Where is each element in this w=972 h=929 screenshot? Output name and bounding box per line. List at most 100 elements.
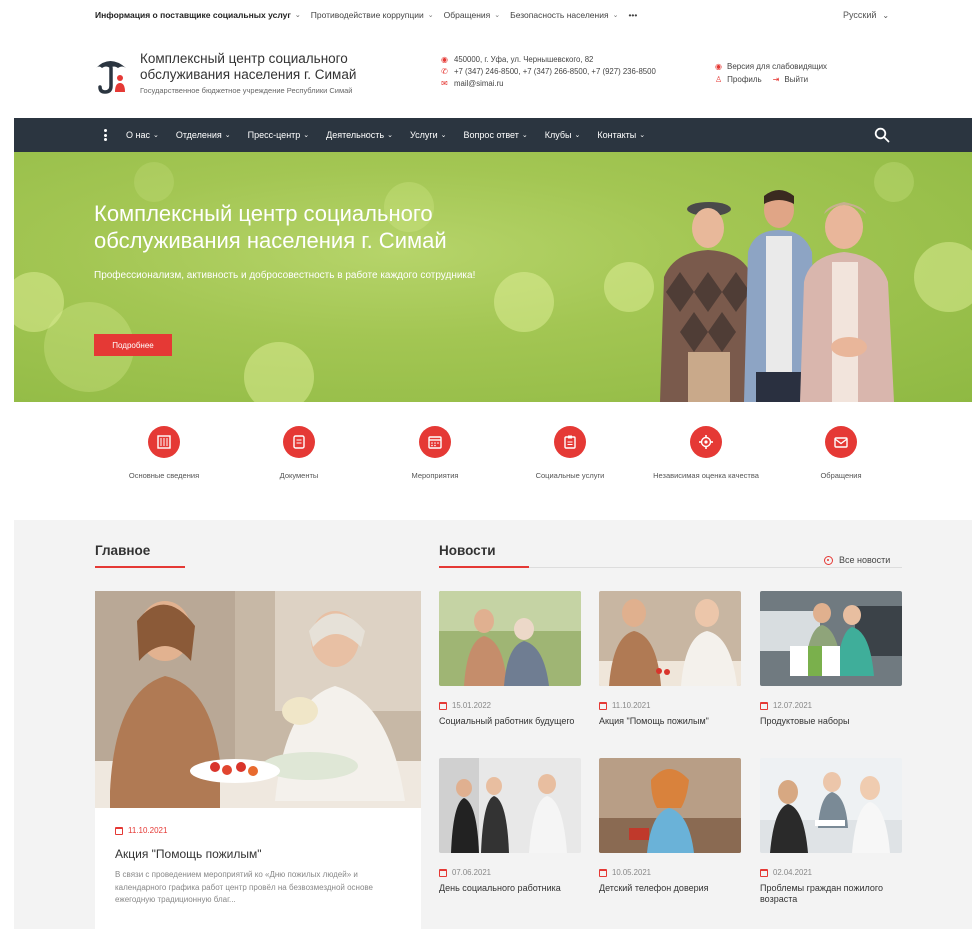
chevron-down-icon: ⌄ [303, 132, 310, 139]
main-section-title: Главное [95, 543, 151, 558]
chevron-down-icon: ⌄ [294, 12, 301, 19]
contacts-block: ◉ 450000, г. Уфа, ул. Чернышевского, 82 ✆… [440, 54, 656, 90]
chevron-down-icon: ⌄ [152, 132, 159, 139]
more-button[interactable]: Подробнее [94, 334, 172, 356]
chevron-down-icon: ⌄ [494, 12, 501, 19]
hero-title: Комплексный центр социального обслуживан… [94, 201, 447, 253]
language-select[interactable]: Русский ⌄ [843, 0, 889, 30]
nav-item-activity[interactable]: Деятельность ⌄ [326, 130, 393, 140]
quick-link-social-services[interactable]: Социальные услуги [510, 426, 630, 481]
top-link-appeals[interactable]: Обращения ⌄ [444, 10, 500, 20]
chevron-down-icon: ⌄ [427, 12, 434, 19]
gear-icon [690, 426, 722, 458]
main-feature-image [95, 591, 421, 808]
top-link-more[interactable]: ••• [628, 10, 637, 20]
top-utility-bar: Информация о поставщике социальных услуг… [0, 0, 972, 30]
news-image [439, 758, 581, 853]
envelope-icon [825, 426, 857, 458]
news-title[interactable]: Детский телефон доверия [599, 883, 741, 894]
news-image [599, 758, 741, 853]
news-item[interactable]: 15.01.2022 Социальный работник будущего [439, 591, 581, 727]
news-item[interactable]: 11.10.2021 Акция "Помощь пожилым" [599, 591, 741, 727]
address: 450000, г. Уфа, ул. Чернышевского, 82 [454, 55, 594, 64]
bokeh-decor [914, 242, 972, 312]
search-icon[interactable] [874, 127, 890, 143]
news-title[interactable]: Социальный работник будущего [439, 716, 581, 727]
quick-link-quality-assessment[interactable]: Независимая оценка качества [646, 426, 766, 481]
top-link-provider-info[interactable]: Информация о поставщике социальных услуг… [95, 10, 301, 20]
quick-link-basic-info[interactable]: Основные сведения [104, 426, 224, 481]
main-feature-date: 11.10.2021 [115, 826, 167, 835]
news-item[interactable]: 07.06.2021 День социального работника [439, 758, 581, 894]
calendar-icon [760, 701, 768, 710]
calendar-icon [115, 826, 123, 835]
menu-dots-icon[interactable] [104, 129, 107, 141]
chevron-down-icon: ⌄ [387, 132, 393, 139]
news-title[interactable]: Проблемы граждан пожилого возраста [760, 883, 902, 905]
news-title[interactable]: Продуктовые наборы [760, 716, 902, 727]
news-title[interactable]: Акция "Помощь пожилым" [599, 716, 741, 727]
nav-item-about[interactable]: О нас ⌄ [126, 130, 159, 140]
nav-item-services[interactable]: Услуги ⌄ [410, 130, 447, 140]
main-nav: О нас ⌄ Отделения ⌄ Пресс-центр ⌄ Деятельно… [14, 118, 972, 152]
news-section-title: Новости [439, 543, 496, 558]
user-icon: ♙ [715, 75, 723, 84]
location-pin-icon: ◉ [441, 55, 448, 64]
clipboard-icon [554, 426, 586, 458]
main-feature-card[interactable]: 11.10.2021 Акция "Помощь пожилым" В связ… [95, 591, 421, 929]
org-subtitle: Государственное бюджетное учреждение Рес… [140, 86, 353, 95]
logo-icon[interactable] [92, 52, 132, 96]
logout-link[interactable]: ⇥ Выйти [773, 73, 808, 86]
building-icon [148, 426, 180, 458]
news-item[interactable]: 10.05.2021 Детский телефон доверия [599, 758, 741, 894]
phone-icon: ✆ [441, 67, 448, 76]
logout-icon: ⇥ [772, 75, 780, 84]
eye-icon: ◉ [715, 62, 722, 71]
news-title[interactable]: День социального работника [439, 883, 581, 894]
quick-link-events[interactable]: Мероприятия [375, 426, 495, 481]
news-image [760, 758, 902, 853]
bokeh-decor [244, 342, 314, 402]
main-feature-title[interactable]: Акция "Помощь пожилым" [115, 847, 262, 861]
calendar-icon [599, 701, 607, 710]
chevron-down-icon: ⌄ [521, 132, 528, 139]
all-news-link[interactable]: Все новости [824, 555, 890, 565]
news-item[interactable]: 02.04.2021 Проблемы граждан пожилого воз… [760, 758, 902, 905]
quick-link-documents[interactable]: Документы [239, 426, 359, 481]
mail-icon: ✉ [441, 79, 448, 88]
nav-item-clubs[interactable]: Клубы ⌄ [545, 130, 581, 140]
news-section-underline [439, 566, 529, 568]
top-link-safety[interactable]: Безопасность населения ⌄ [510, 10, 618, 20]
chevron-down-icon: ⌄ [224, 132, 231, 139]
top-links: Информация о поставщике социальных услуг… [95, 0, 637, 30]
hero-people-image [660, 190, 894, 402]
nav-item-departments[interactable]: Отделения ⌄ [176, 130, 231, 140]
news-image [439, 591, 581, 686]
calendar-icon [760, 868, 768, 877]
chevron-down-icon: ⌄ [612, 12, 619, 19]
email-link[interactable]: mail@simai.ru [454, 78, 504, 90]
nav-item-faq[interactable]: Вопрос ответ ⌄ [464, 130, 528, 140]
nav-item-contacts[interactable]: Контакты ⌄ [597, 130, 645, 140]
circle-arrow-icon [824, 555, 833, 565]
chevron-down-icon: ⌄ [440, 132, 447, 139]
quick-links: Основные сведения Документы Мероприятия … [14, 402, 972, 520]
chevron-down-icon: ⌄ [574, 132, 581, 139]
calendar-icon [599, 868, 607, 877]
main-feature-text: В связи с проведением мероприятий ко «Дн… [115, 870, 374, 904]
top-link-anticorruption[interactable]: Противодействие коррупции ⌄ [311, 10, 434, 20]
accessibility-link[interactable]: ◉ Версия для слабовидящих [715, 60, 827, 73]
calendar-icon [439, 701, 447, 710]
quick-link-appeals[interactable]: Обращения [781, 426, 901, 481]
phones[interactable]: +7 (347) 246-8500, +7 (347) 266-8500, +7… [454, 66, 656, 78]
news-item[interactable]: 12.07.2021 Продуктовые наборы [760, 591, 902, 727]
news-image [599, 591, 741, 686]
chevron-down-icon: ⌄ [882, 10, 890, 20]
nav-items: О нас ⌄ Отделения ⌄ Пресс-центр ⌄ Деятельно… [126, 118, 645, 152]
profile-link[interactable]: ♙ Профиль [715, 73, 762, 86]
news-image [760, 591, 902, 686]
org-name[interactable]: Комплексный центр социального обслуживан… [140, 51, 410, 83]
nav-item-press[interactable]: Пресс-центр ⌄ [248, 130, 310, 140]
main-section-underline [95, 566, 185, 568]
site-header: Комплексный центр социального обслуживан… [0, 30, 972, 118]
